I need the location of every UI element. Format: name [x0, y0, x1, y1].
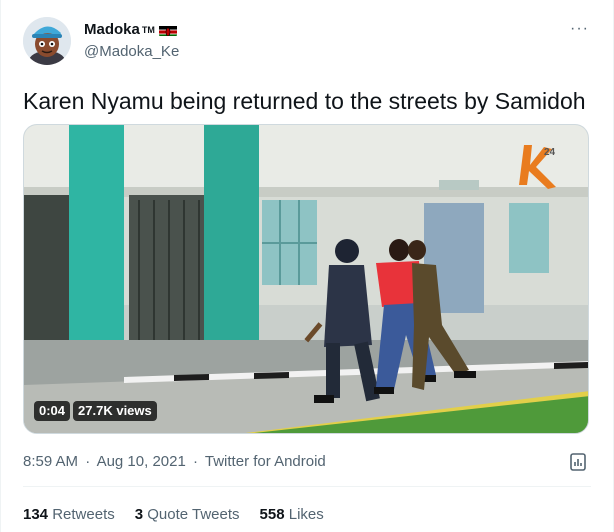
author-name-text: Madoka: [84, 21, 140, 38]
tweet-card: Madoka TM @Madoka_Ke ··· Karen Nyamu bein…: [0, 0, 614, 532]
divider: [23, 486, 591, 487]
video-badges: 0:04 27.7K views: [34, 401, 157, 421]
video-views: 27.7K views: [73, 401, 157, 421]
quote-tweets-stat[interactable]: 3 Quote Tweets: [135, 505, 240, 525]
meta-separator: ·: [85, 453, 91, 470]
retweets-label: Retweets: [52, 506, 115, 523]
author-handle[interactable]: @Madoka_Ke: [84, 42, 179, 62]
quotes-label: Quote Tweets: [147, 506, 240, 523]
more-options-icon[interactable]: ···: [570, 20, 589, 38]
likes-count: 558: [259, 506, 285, 523]
svg-text:24: 24: [544, 147, 556, 158]
retweets-count: 134: [23, 506, 49, 523]
quotes-count: 3: [134, 506, 144, 523]
author-display-name[interactable]: Madoka TM: [84, 20, 179, 40]
likes-label: Likes: [288, 506, 324, 523]
video-duration: 0:04: [34, 401, 71, 421]
analytics-icon[interactable]: [568, 452, 588, 472]
tweet-date[interactable]: Aug 10, 2021: [97, 453, 186, 470]
cartoon-avatar-icon: [23, 17, 71, 65]
tweet-source[interactable]: Twitter for Android: [205, 453, 326, 470]
kenya-flag-icon: [158, 24, 177, 36]
tweet-time[interactable]: 8:59 AM: [23, 453, 78, 470]
tweet-text: Karen Nyamu being returned to the street…: [23, 88, 586, 114]
video-player[interactable]: 24: [23, 124, 589, 434]
retweets-stat[interactable]: 134 Retweets: [23, 505, 115, 525]
trademark-mark: TM: [141, 25, 155, 35]
video-thumbnail: 24: [24, 125, 588, 433]
likes-stat[interactable]: 558 Likes: [260, 505, 324, 525]
avatar[interactable]: [23, 17, 71, 65]
meta-separator: ·: [192, 453, 198, 470]
author-block: Madoka TM @Madoka_Ke: [84, 20, 179, 62]
tweet-stats: 134 Retweets 3 Quote Tweets 558 Likes: [23, 505, 324, 525]
tweet-meta: 8:59 AM · Aug 10, 2021 · Twitter for And…: [23, 452, 326, 472]
